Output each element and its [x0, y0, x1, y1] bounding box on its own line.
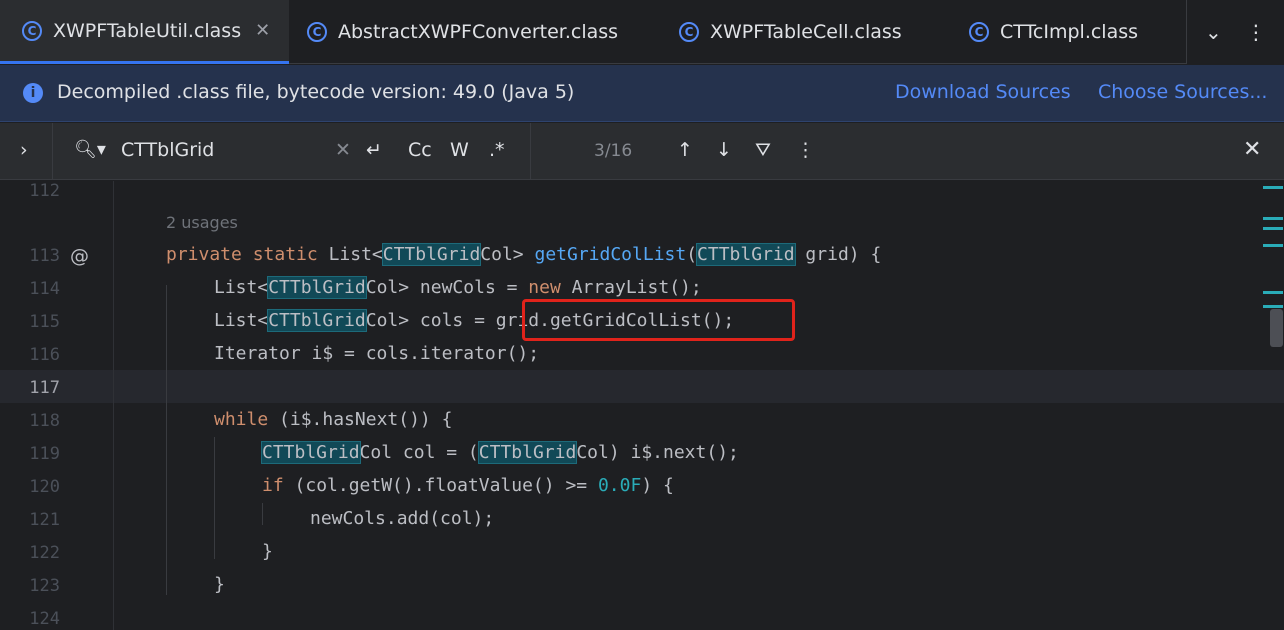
code-line-113: private static List<CTTblGridCol> getGri… — [166, 243, 882, 266]
code-line-122: } — [262, 541, 273, 562]
gutter-divider — [113, 181, 114, 630]
code-line-120: if (col.getW().floatValue() >= 0.0F) { — [262, 475, 674, 496]
code-editor[interactable]: 112 113 114 115 116 117 118 119 120 121 … — [0, 181, 1284, 630]
code-line-123: } — [214, 574, 225, 595]
banner-text: Decompiled .class file, bytecode version… — [57, 81, 575, 103]
line-number: 114 — [29, 279, 60, 299]
match-marker[interactable] — [1263, 217, 1283, 220]
line-number: 117 — [29, 378, 60, 398]
usages-hint[interactable]: 2 usages — [166, 213, 238, 232]
tab-cttcimpl[interactable]: C CTTcImpl.class — [969, 0, 1138, 64]
line-number: 121 — [29, 510, 60, 530]
line-number: 123 — [29, 576, 60, 596]
match-marker[interactable] — [1263, 186, 1283, 189]
vertical-dots-icon[interactable]: ⋮ — [796, 139, 815, 161]
code-line-118: while (i$.hasNext()) { — [214, 409, 453, 430]
tab-abstractxwpfconverter[interactable]: C AbstractXWPFConverter.class — [307, 0, 618, 64]
new-line-icon[interactable]: ↵ — [366, 139, 382, 161]
code-line-121: newCols.add(col); — [310, 508, 495, 529]
tab-xwpftablecell[interactable]: C XWPFTableCell.class — [679, 0, 902, 64]
arrow-down-icon[interactable]: ↓ — [716, 139, 732, 161]
code-line-114: List<CTTblGridCol> newCols = new ArrayLi… — [214, 276, 702, 299]
tab-label: XWPFTableCell.class — [710, 21, 902, 43]
line-number: 119 — [29, 444, 60, 464]
close-find-icon[interactable]: ✕ — [1243, 137, 1261, 162]
choose-sources-link[interactable]: Choose Sources... — [1098, 81, 1267, 103]
whole-words-toggle[interactable]: W — [450, 139, 469, 161]
code-line-116: Iterator i$ = cols.iterator(); — [214, 343, 540, 364]
filter-icon[interactable]: ⛛ — [755, 139, 771, 161]
class-icon: C — [679, 22, 699, 42]
current-line-highlight — [0, 370, 1284, 403]
match-marker[interactable] — [1263, 244, 1283, 247]
tab-actions: ⌄ ⋮ — [1186, 0, 1284, 64]
download-sources-link[interactable]: Download Sources — [895, 81, 1071, 103]
line-number: 112 — [29, 181, 60, 201]
match-case-toggle[interactable]: Cc — [408, 139, 432, 161]
indent-guide — [262, 503, 263, 525]
regex-toggle[interactable]: .* — [489, 139, 505, 161]
line-number: 113 — [29, 246, 60, 266]
line-number: 116 — [29, 345, 60, 365]
line-number: 118 — [29, 411, 60, 431]
line-number: 122 — [29, 543, 60, 563]
chevron-down-icon[interactable]: ⌄ — [1205, 20, 1222, 44]
find-bar: › 🔍︎▾ CTTblGrid ✕ ↵ Cc W .* 3/16 ↑ ↓ ⛛ ⋮… — [0, 123, 1284, 180]
close-icon[interactable]: ✕ — [255, 20, 270, 41]
match-marker[interactable] — [1263, 291, 1283, 294]
class-icon: C — [969, 22, 989, 42]
indent-guide — [166, 285, 167, 595]
decompiled-banner: i Decompiled .class file, bytecode versi… — [0, 65, 1284, 122]
arrow-up-icon[interactable]: ↑ — [677, 139, 693, 161]
tab-label: AbstractXWPFConverter.class — [338, 21, 619, 43]
annotation-highlight-box — [522, 299, 795, 341]
code-line-119: CTTblGridCol col = (CTTblGridCol) i$.nex… — [261, 441, 739, 464]
override-at-icon[interactable]: @ — [70, 245, 89, 267]
search-icon[interactable]: 🔍︎▾ — [74, 139, 106, 160]
match-marker[interactable] — [1263, 227, 1283, 230]
clear-icon[interactable]: ✕ — [335, 139, 351, 161]
match-marker[interactable] — [1263, 305, 1283, 308]
line-number: 124 — [29, 609, 60, 629]
editor-tab-bar: C XWPFTableUtil.class ✕ C AbstractXWPFCo… — [0, 0, 1284, 64]
line-number: 120 — [29, 477, 60, 497]
divider — [530, 123, 531, 180]
class-icon: C — [22, 20, 42, 41]
indent-guide — [214, 437, 215, 559]
scrollbar-thumb[interactable] — [1270, 309, 1283, 347]
search-input[interactable]: CTTblGrid — [121, 139, 214, 161]
divider — [52, 123, 53, 180]
class-icon: C — [307, 22, 327, 42]
match-counter: 3/16 — [594, 141, 633, 161]
tab-label: CTTcImpl.class — [1000, 21, 1139, 43]
tab-label: XWPFTableUtil.class — [53, 19, 242, 42]
line-number: 115 — [29, 312, 60, 332]
chevron-right-icon[interactable]: › — [20, 139, 28, 161]
vertical-dots-icon[interactable]: ⋮ — [1246, 20, 1266, 44]
tab-xwpftableutil[interactable]: C XWPFTableUtil.class ✕ — [0, 0, 289, 64]
info-icon: i — [23, 83, 43, 103]
